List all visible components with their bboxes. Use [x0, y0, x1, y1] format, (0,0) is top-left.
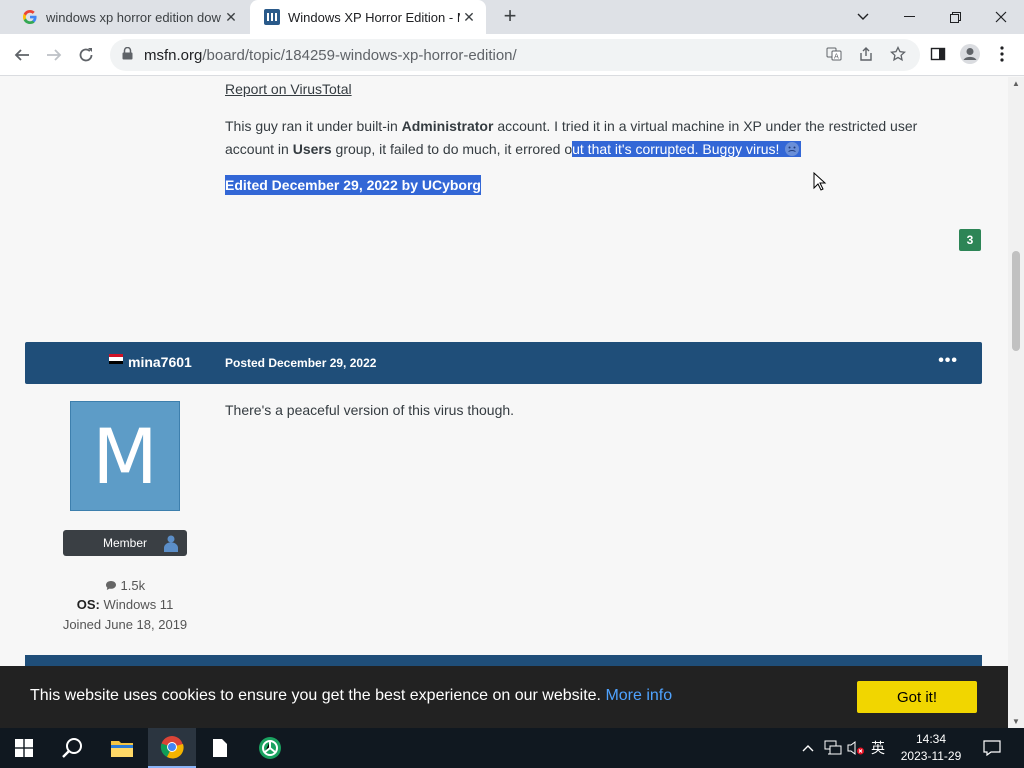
page-content: Report on VirusTotal This guy ran it und… — [0, 77, 1008, 728]
tab-title: Windows XP Horror Edition - M — [288, 9, 460, 25]
search-icon[interactable] — [48, 728, 96, 768]
post-count-value: 1.5k — [120, 578, 146, 593]
lock-icon[interactable] — [122, 46, 136, 63]
clock-time: 14:34 — [915, 732, 947, 746]
cookie-message-text: This website uses cookies to ensure you … — [30, 687, 601, 704]
scroll-up-arrow-icon[interactable]: ▲ — [1012, 79, 1020, 88]
bookmark-star-icon[interactable] — [886, 42, 910, 66]
menu-kebab-icon[interactable] — [990, 42, 1014, 66]
rank-badge: Member — [63, 530, 187, 556]
report-virustotal-link[interactable]: Report on VirusTotal — [225, 78, 352, 101]
translate-icon[interactable]: A — [822, 42, 846, 66]
cookie-banner: This website uses cookies to ensure you … — [0, 666, 1008, 728]
para-text: group, it failed to do much, it errored … — [331, 141, 573, 157]
page-scrollbar[interactable]: ▲ ▼ — [1008, 77, 1024, 728]
url-text[interactable]: msfn.org/board/topic/184259-windows-xp-h… — [144, 47, 517, 64]
emoji-icon — [779, 141, 802, 157]
close-window-button[interactable] — [978, 0, 1024, 34]
back-arrow-icon[interactable] — [9, 42, 35, 68]
post-menu-button[interactable]: ••• — [938, 352, 958, 370]
close-tab-icon[interactable]: ✕ — [222, 9, 240, 26]
url-path: /board/topic/184259-windows-xp-horror-ed… — [202, 46, 517, 64]
author-name-text: mina7601 — [128, 354, 192, 370]
address-bar[interactable]: msfn.org/board/topic/184259-windows-xp-h… — [110, 39, 920, 71]
post-paragraph: This guy ran it under built-in Administr… — [225, 115, 955, 161]
selected-text: ut that it's corrupted. Buggy virus! — [572, 141, 780, 157]
reload-icon[interactable] — [73, 42, 99, 68]
post-header: mina7601 Posted December 29, 2022 ••• — [25, 342, 982, 384]
more-info-link[interactable]: More info — [605, 687, 672, 704]
share-icon[interactable] — [854, 42, 878, 66]
close-tab-icon[interactable]: ✕ — [460, 9, 478, 26]
forward-arrow-icon[interactable] — [41, 42, 67, 68]
volume-muted-icon[interactable] — [847, 728, 865, 768]
system-clock[interactable]: 14:34 2023-11-29 — [895, 731, 967, 765]
document-icon[interactable] — [196, 728, 244, 768]
mouse-cursor-icon — [813, 172, 827, 191]
os-value: Windows 11 — [103, 597, 174, 612]
joined-date: Joined June 18, 2019 — [62, 617, 188, 632]
msfn-icon — [264, 9, 280, 25]
profile-avatar-icon[interactable] — [958, 42, 982, 66]
edited-text: Edited December 29, 2022 by UCyborg — [225, 175, 481, 195]
tab-search-chevron-icon[interactable] — [840, 0, 886, 34]
tab-google-search[interactable]: windows xp horror edition dow ✕ — [8, 0, 248, 34]
para-bold-users: Users — [292, 141, 332, 157]
edited-note: Edited December 29, 2022 by UCyborg — [225, 174, 481, 197]
os-info: OS: Windows 11 — [25, 597, 225, 612]
tab-strip: windows xp horror edition dow ✕ Windows … — [0, 0, 1024, 34]
file-explorer-icon[interactable] — [98, 728, 146, 768]
para-text: This guy ran it under built-in — [225, 118, 402, 134]
got-it-button[interactable]: Got it! — [857, 681, 977, 713]
tab-msfn-topic[interactable]: Windows XP Horror Edition - M ✕ — [250, 0, 486, 34]
taskbar: 英 14:34 2023-11-29 — [0, 728, 1024, 768]
member-person-icon — [164, 535, 178, 552]
author-name[interactable]: mina7601 — [109, 354, 192, 370]
cookie-message: This website uses cookies to ensure you … — [30, 687, 672, 705]
svg-text:A: A — [834, 53, 839, 61]
show-hidden-icons-chevron-icon[interactable] — [802, 728, 814, 768]
ime-indicator[interactable]: 英 — [871, 728, 885, 768]
rank-label: Member — [102, 536, 147, 550]
avatar[interactable]: M — [70, 401, 180, 511]
url-domain: msfn.org — [144, 46, 203, 64]
post-text: There's a peaceful version of this virus… — [225, 402, 515, 418]
windows-start-icon[interactable] — [0, 728, 48, 768]
comment-icon — [105, 581, 116, 590]
egypt-flag-icon — [109, 354, 123, 364]
para-bold-admin: Administrator — [401, 118, 494, 134]
app-green-icon[interactable] — [246, 728, 294, 768]
restore-button[interactable] — [932, 0, 978, 34]
scroll-down-arrow-icon[interactable]: ▼ — [1012, 717, 1020, 726]
clock-date: 2023-11-29 — [900, 749, 962, 763]
network-icon[interactable] — [824, 728, 842, 768]
reputation-badge[interactable]: 3 — [959, 229, 981, 251]
side-panel-icon[interactable] — [926, 42, 950, 66]
chrome-taskbar-icon[interactable] — [148, 728, 196, 768]
minimize-button[interactable] — [886, 0, 932, 34]
notifications-icon[interactable] — [983, 728, 1001, 768]
os-label: OS: — [76, 597, 100, 612]
google-icon — [22, 9, 38, 25]
posted-date[interactable]: Posted December 29, 2022 — [225, 356, 376, 370]
tab-title: windows xp horror edition dow — [46, 9, 221, 25]
new-tab-button[interactable]: + — [498, 5, 522, 29]
scrollbar-thumb[interactable] — [1012, 251, 1020, 351]
browser-toolbar: msfn.org/board/topic/184259-windows-xp-h… — [0, 34, 1024, 76]
post-count: 1.5k — [25, 578, 225, 593]
